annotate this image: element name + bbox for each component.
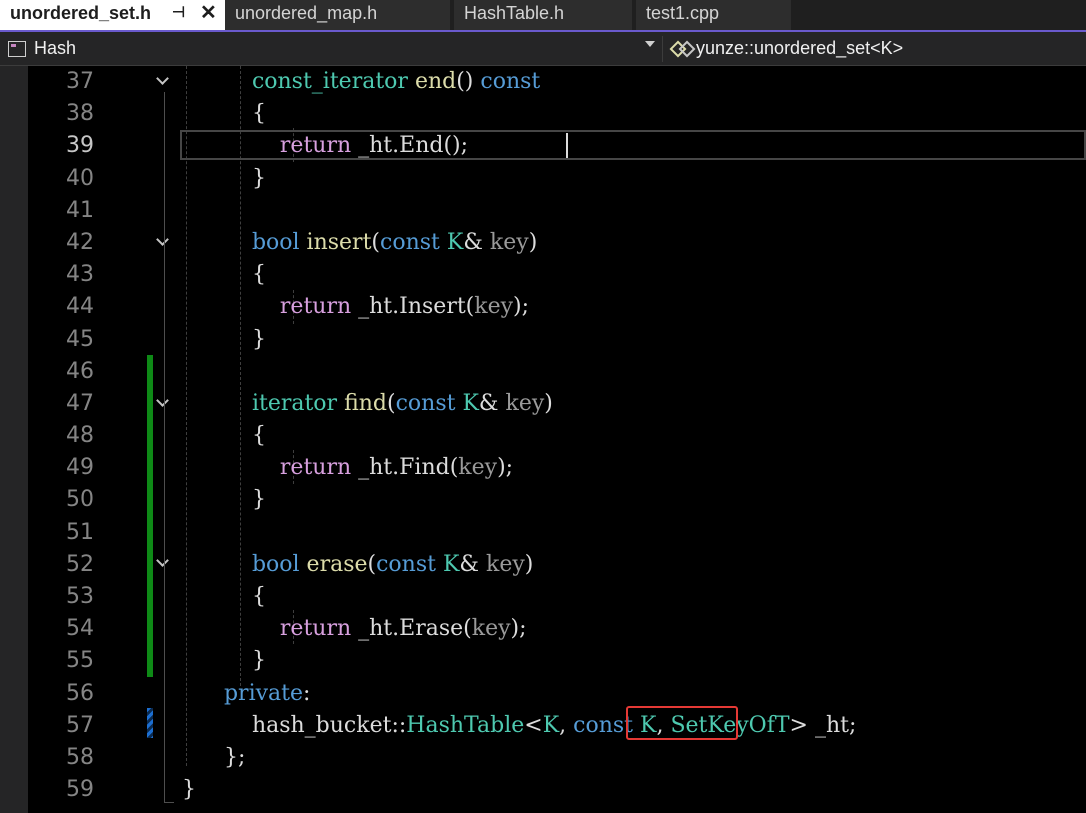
editor-margin	[0, 66, 28, 813]
tab-hashtable[interactable]: HashTable.h	[454, 0, 632, 30]
line-number: 54	[66, 616, 94, 642]
scope-label: yunze::unordered_set<K>	[696, 38, 904, 58]
fold-region-end	[164, 772, 174, 803]
code-line-54: return _ht.Erase(key);	[279, 616, 527, 642]
code-line-40: }	[251, 165, 266, 191]
project-label: Hash	[34, 38, 77, 58]
line-number: 46	[66, 358, 94, 384]
scope-dropdown[interactable]: yunze::unordered_set<K>	[669, 32, 904, 65]
code-line-49: return _ht.Find(key);	[279, 455, 514, 481]
code-line-56: private:	[223, 680, 311, 706]
line-number: 50	[66, 487, 94, 513]
code-line-44: return _ht.Insert(key);	[279, 294, 530, 320]
tab-label: unordered_set.h	[10, 3, 152, 23]
code-line-48: {	[251, 423, 266, 449]
code-line-38: {	[251, 101, 266, 127]
line-number: 52	[66, 551, 94, 577]
fold-region-line	[164, 92, 165, 772]
code-line-37: const_iterator end() const	[251, 69, 541, 94]
line-number: 51	[66, 519, 94, 545]
code-lines: const_iterator end() const { return _ht.…	[182, 66, 856, 806]
tab-unordered-set[interactable]: unordered_set.h ⊣ ✕	[0, 0, 225, 30]
code-line-59: }	[182, 777, 196, 803]
line-number: 37	[66, 69, 94, 94]
pin-icon[interactable]: ⊣	[172, 0, 185, 26]
code-line-58: };	[223, 744, 246, 770]
code-line-47: iterator find(const K& key)	[251, 390, 553, 416]
navigation-bar: Hash yunze::unordered_set<K>	[0, 32, 1086, 66]
tab-test1[interactable]: test1.cpp	[636, 0, 791, 30]
code-line-45: }	[251, 326, 266, 352]
line-number: 41	[66, 197, 94, 223]
line-number: 58	[66, 744, 94, 770]
project-dropdown[interactable]: Hash	[8, 32, 663, 65]
tab-unordered-map[interactable]: unordered_map.h	[225, 0, 450, 30]
code-line-57: hash_bucket::HashTable<K, const K, SetKe…	[251, 712, 857, 738]
code-line-43: {	[251, 262, 266, 288]
line-number-current: 39	[66, 133, 94, 159]
tab-bar: unordered_set.h ⊣ ✕ unordered_map.h Hash…	[0, 0, 1086, 30]
line-number: 57	[66, 712, 94, 738]
tab-label: unordered_map.h	[235, 3, 378, 23]
tab-label: HashTable.h	[464, 3, 565, 23]
line-number: 47	[66, 390, 94, 416]
line-number: 59	[66, 777, 94, 803]
class-icon	[669, 40, 696, 58]
project-icon	[8, 40, 26, 57]
change-indicator-unsaved	[147, 708, 153, 738]
line-number: 55	[66, 648, 94, 674]
code-line-42: bool insert(const K& key)	[251, 229, 538, 255]
code-line-55: }	[251, 648, 266, 674]
line-number: 43	[66, 262, 94, 288]
line-number: 49	[66, 455, 94, 481]
tab-label: test1.cpp	[646, 3, 720, 23]
line-number: 38	[66, 101, 94, 127]
highlight-annotation-box	[626, 706, 738, 740]
line-number: 48	[66, 423, 94, 449]
code-line-39: return _ht.End();	[279, 133, 469, 159]
line-number: 44	[66, 294, 94, 320]
fold-toggle-icon[interactable]	[157, 556, 167, 564]
line-number: 56	[66, 680, 94, 706]
text-caret	[566, 133, 568, 158]
divider	[662, 36, 663, 62]
line-number: 42	[66, 229, 94, 255]
change-indicator-bar	[147, 355, 153, 677]
code-line-53: {	[251, 584, 266, 609]
fold-toggle-icon[interactable]	[157, 235, 167, 243]
chevron-down-icon[interactable]	[645, 41, 655, 47]
line-number: 45	[66, 326, 94, 352]
code-line-50: }	[251, 487, 266, 513]
line-number: 53	[66, 584, 94, 609]
line-number: 40	[66, 165, 94, 191]
fold-toggle-icon[interactable]	[157, 396, 167, 404]
line-number-gutter: 37 38 39 40 41 42 43 44 45 46 47 48 49 5…	[28, 66, 98, 806]
code-line-52: bool erase(const K& key)	[251, 551, 534, 577]
close-icon[interactable]: ✕	[200, 0, 217, 26]
fold-toggle-icon[interactable]	[157, 74, 167, 82]
